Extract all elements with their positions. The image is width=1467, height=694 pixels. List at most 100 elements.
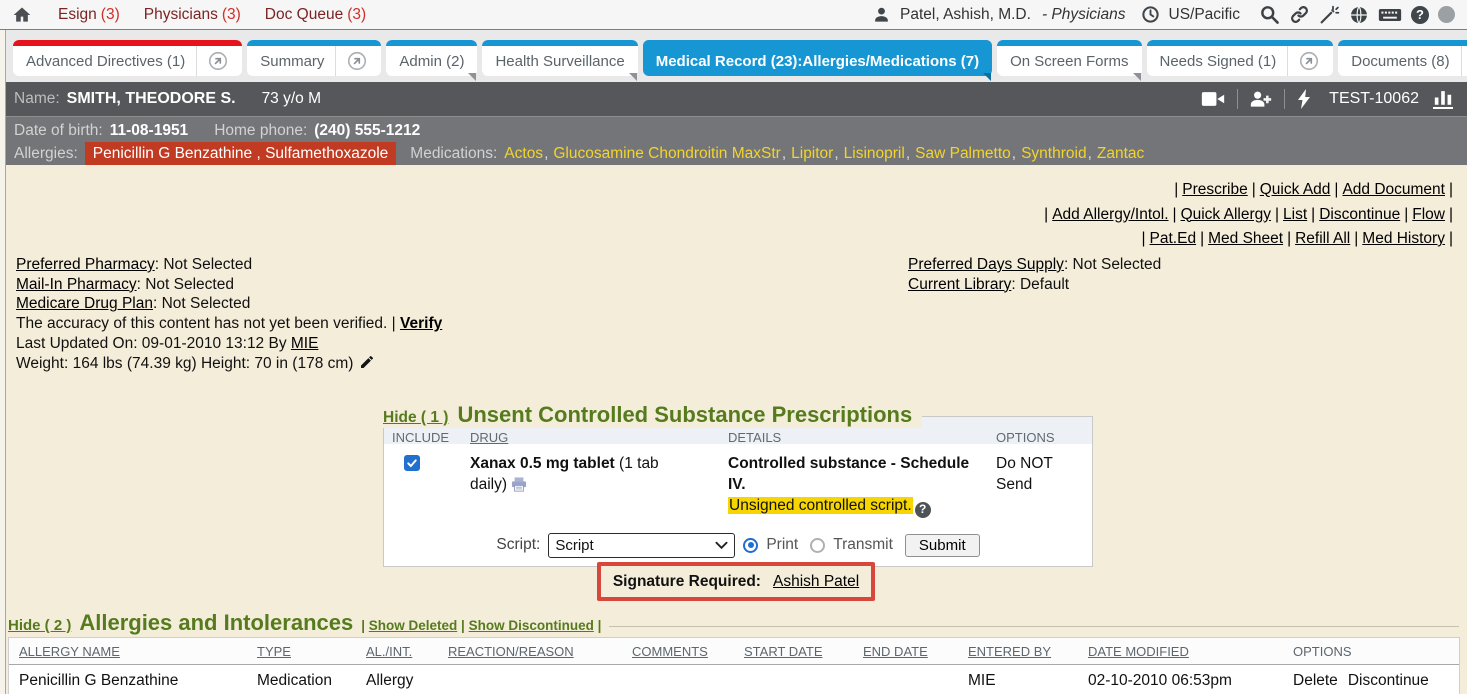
print-radio[interactable]: [743, 538, 758, 553]
tab-label: On Screen Forms: [1010, 53, 1128, 70]
collapsed-sidebar-handle[interactable]: [0, 30, 6, 694]
col-allergy-name[interactable]: ALLERGY NAME: [9, 644, 247, 659]
separator: |: [1449, 181, 1453, 198]
action-quick-allergy[interactable]: Quick Allergy: [1181, 206, 1271, 223]
mailin-pharmacy-link[interactable]: Mail-In Pharmacy: [16, 276, 137, 293]
medication-link[interactable]: Synthroid: [1021, 142, 1086, 165]
tab-on-screen-forms[interactable]: On Screen Forms: [997, 40, 1141, 76]
col-date-modified[interactable]: DATE MODIFIED: [1078, 644, 1283, 659]
include-checkbox[interactable]: [404, 455, 420, 471]
verify-link[interactable]: Verify: [400, 315, 442, 332]
medications-label: Medications:: [410, 142, 497, 165]
days-supply-link[interactable]: Preferred Days Supply: [908, 256, 1064, 273]
signature-provider-link[interactable]: Ashish Patel: [773, 573, 859, 591]
action-med-history[interactable]: Med History: [1362, 230, 1445, 247]
medication-link[interactable]: Zantac: [1097, 142, 1144, 165]
col-drug[interactable]: DRUG: [462, 430, 720, 445]
help-icon[interactable]: ?: [1411, 6, 1429, 24]
tab-summary[interactable]: Summary: [247, 40, 381, 76]
action-med-sheet[interactable]: Med Sheet: [1208, 230, 1283, 247]
show-deleted-link[interactable]: Show Deleted: [369, 618, 458, 633]
wand-icon[interactable]: [1319, 4, 1340, 25]
medication-link[interactable]: Actos: [504, 142, 543, 165]
submit-button[interactable]: Submit: [905, 534, 980, 557]
clock-icon[interactable]: [1141, 5, 1160, 24]
print-preview-icon[interactable]: [511, 477, 527, 492]
medication-link[interactable]: Glucosamine Chondroitin MaxStr: [553, 142, 780, 165]
col-comments[interactable]: COMMENTS: [622, 644, 734, 659]
unsent-table-row: Xanax 0.5 mg tablet (1 tab daily) Contro…: [384, 444, 1092, 532]
script-select[interactable]: Script: [548, 533, 735, 558]
action-quick-add[interactable]: Quick Add: [1260, 181, 1331, 198]
link-icon[interactable]: [1289, 4, 1310, 25]
allergy-alert-badge[interactable]: Penicillin G Benzathine , Sulfamethoxazo…: [85, 142, 397, 165]
col-start-date[interactable]: START DATE: [734, 644, 853, 659]
menu-item-esign[interactable]: Esign(3): [58, 6, 120, 24]
current-user[interactable]: Patel, Ashish, M.D.: [900, 6, 1031, 24]
col-reaction[interactable]: REACTION/REASON: [438, 644, 622, 659]
updated-text: Last Updated On: 09-01-2010 13:12 By: [16, 335, 287, 352]
hide-allergies-link[interactable]: Hide ( 2 ): [8, 617, 71, 634]
video-camera-icon[interactable]: [1201, 90, 1225, 108]
keyboard-icon[interactable]: [1378, 5, 1402, 25]
open-in-new-icon[interactable]: [1287, 46, 1320, 76]
weight-height-text: Weight: 164 lbs (74.39 kg) Height: 70 in…: [16, 355, 353, 372]
action-refill-all[interactable]: Refill All: [1295, 230, 1350, 247]
tab-label: Medical Record (23):Allergies/Medication…: [656, 53, 979, 70]
action-prescribe[interactable]: Prescribe: [1182, 181, 1247, 198]
tab-documents[interactable]: Documents (8): [1338, 40, 1467, 76]
signature-required-box: Signature Required: Ashish Patel: [597, 562, 875, 601]
tab-label: Health Surveillance: [495, 53, 624, 70]
mailin-pharmacy-value: : Not Selected: [137, 276, 234, 293]
tab-health-surveillance[interactable]: Health Surveillance: [482, 40, 637, 76]
cell-type: Medication: [247, 672, 356, 690]
menu-label: Esign: [58, 6, 97, 23]
home-icon[interactable]: [12, 5, 32, 25]
show-discontinued-link[interactable]: Show Discontinued: [469, 618, 594, 633]
medication-link[interactable]: Lipitor: [791, 142, 833, 165]
hide-unsent-link[interactable]: Hide ( 1 ): [383, 409, 448, 427]
action-add-document[interactable]: Add Document: [1342, 181, 1445, 198]
updated-by-link[interactable]: MIE: [291, 335, 319, 352]
separator: |: [461, 618, 465, 633]
tab-admin[interactable]: Admin (2): [386, 40, 477, 76]
open-in-new-icon[interactable]: [335, 46, 368, 76]
timezone-label[interactable]: US/Pacific: [1169, 6, 1241, 24]
col-end-date[interactable]: END DATE: [853, 644, 958, 659]
separator: |: [1275, 206, 1279, 223]
tab-fold-icon: [983, 73, 991, 81]
add-user-icon[interactable]: [1250, 90, 1272, 108]
col-type[interactable]: TYPE: [247, 644, 356, 659]
action-add-allergy[interactable]: Add Allergy/Intol.: [1052, 206, 1168, 223]
flowsheet-chart-icon[interactable]: [1433, 89, 1453, 109]
search-icon[interactable]: [1259, 4, 1280, 25]
discontinue-link[interactable]: Discontinue: [1348, 672, 1429, 689]
medication-link[interactable]: Lisinopril: [844, 142, 905, 165]
delete-link[interactable]: Delete: [1293, 672, 1338, 689]
menu-item-doc-queue[interactable]: Doc Queue(3): [265, 6, 366, 24]
preferred-pharmacy-link[interactable]: Preferred Pharmacy: [16, 256, 155, 273]
current-library-link[interactable]: Current Library: [908, 276, 1011, 293]
globe-icon[interactable]: [1349, 5, 1369, 25]
days-supply-value: : Not Selected: [1064, 256, 1161, 273]
edit-pencil-icon[interactable]: [359, 354, 375, 370]
transmit-radio[interactable]: [810, 538, 825, 553]
col-al-int[interactable]: AL./INT.: [356, 644, 438, 659]
tab-needs-signed[interactable]: Needs Signed (1): [1147, 40, 1334, 76]
separator: ,: [544, 142, 548, 165]
medication-link[interactable]: Saw Palmetto: [915, 142, 1011, 165]
lightning-bolt-icon[interactable]: [1297, 89, 1311, 109]
medicare-plan-link[interactable]: Medicare Drug Plan: [16, 295, 153, 312]
tab-medical-record[interactable]: Medical Record (23):Allergies/Medication…: [643, 40, 992, 76]
action-discontinue[interactable]: Discontinue: [1319, 206, 1400, 223]
action-flow[interactable]: Flow: [1412, 206, 1445, 223]
menu-item-physicians[interactable]: Physicians(3): [144, 6, 241, 24]
action-pat-ed[interactable]: Pat.Ed: [1150, 230, 1197, 247]
separator: |: [1449, 230, 1453, 247]
action-list[interactable]: List: [1283, 206, 1307, 223]
flag-help-icon[interactable]: ?: [915, 502, 931, 518]
col-entered-by[interactable]: ENTERED BY: [958, 644, 1078, 659]
open-in-new-icon[interactable]: [1461, 46, 1467, 76]
tab-advanced-directives[interactable]: Advanced Directives (1): [13, 40, 242, 76]
open-in-new-icon[interactable]: [196, 46, 229, 76]
